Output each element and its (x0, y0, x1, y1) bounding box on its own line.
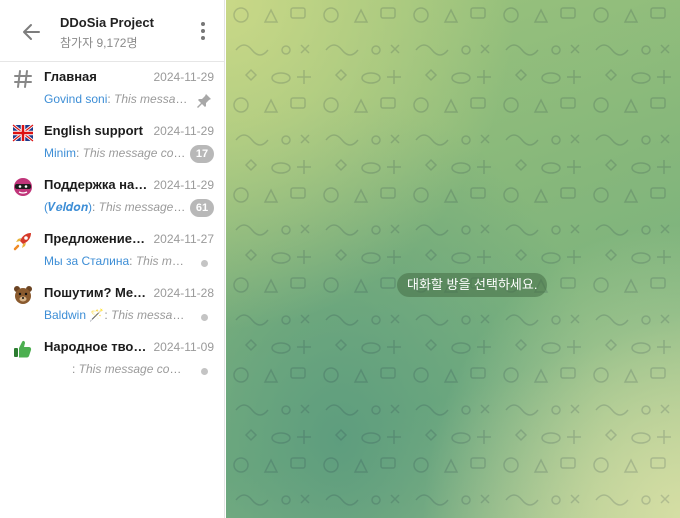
status-dot (201, 260, 208, 267)
topic-date: 2024-11-28 (153, 286, 215, 300)
topic-name: Пошутим? Мемы (44, 285, 148, 300)
topic-name: Предложение целей (44, 231, 148, 246)
preview-message: This message couldn't be displayed (78, 362, 188, 376)
topic-preview: Minim: This message couldn't be displaye… (44, 146, 188, 160)
preview-sender: (𝑽𝒆𝒍𝒅𝒐𝒏) (44, 200, 92, 214)
group-title: DDoSia Project (60, 15, 154, 30)
topic-sidebar: DDoSia Project 참가자 9,172명 Главная 2024-1… (0, 0, 225, 518)
preview-message: This message couldn't be displayed (82, 146, 188, 160)
thumbs-up-icon (12, 338, 34, 360)
topic-item-target-proposals[interactable]: Предложение целей 2024-11-27 Мы за Стали… (0, 224, 224, 278)
hash-icon (12, 68, 34, 90)
topic-name: English support (44, 123, 143, 138)
arrow-left-icon (23, 24, 40, 40)
member-count: 참가자 9,172명 (60, 36, 138, 50)
topic-date: 2024-11-29 (153, 70, 215, 84)
topic-item-russian-support[interactable]: Поддержка на русском 2024-11-29 (𝑽𝒆𝒍𝒅𝒐𝒏)… (0, 170, 224, 224)
topic-preview: (𝑽𝒆𝒍𝒅𝒐𝒏): This message couldn't be displ… (44, 200, 188, 215)
more-menu-button[interactable] (196, 22, 210, 42)
more-vertical-icon (201, 22, 205, 26)
topic-name: Поддержка на русском (44, 177, 148, 192)
topic-name: Главная (44, 69, 97, 84)
topic-item-english-support[interactable]: English support 2024-11-29 Minim: This m… (0, 116, 224, 170)
select-chat-notice: 대화할 방을 선택하세요. (397, 273, 548, 297)
topic-date: 2024-11-09 (153, 340, 215, 354)
topic-preview: Baldwin 🪄: This message couldn't be disp… (44, 308, 188, 322)
unread-badge: 17 (190, 145, 214, 163)
topic-date: 2024-11-27 (153, 232, 215, 246)
topic-date: 2024-11-29 (153, 124, 215, 138)
back-button[interactable] (20, 20, 44, 44)
rocket-icon (12, 230, 34, 252)
topic-item-main[interactable]: Главная 2024-11-29 Govind soni: This mes… (0, 62, 224, 116)
topic-preview: : This message couldn't be displayed (44, 362, 188, 376)
bear-icon (12, 284, 34, 306)
preview-sender: Govind soni (44, 92, 108, 106)
sidebar-header: DDoSia Project 참가자 9,172명 (0, 0, 224, 62)
uk-flag-icon (12, 122, 34, 144)
topic-name: Народное творчество (44, 339, 148, 354)
unread-badge: 61 (190, 199, 214, 217)
topic-item-folk-art[interactable]: Народное творчество 2024-11-09 : This me… (0, 332, 224, 386)
status-dot (201, 314, 208, 321)
topic-item-memes[interactable]: Пошутим? Мемы 2024-11-28 Baldwin 🪄: This… (0, 278, 224, 332)
doodle-pattern-background (226, 0, 680, 518)
preview-sender: Minim (44, 146, 76, 160)
chat-area[interactable]: 대화할 방을 선택하세요. (226, 0, 680, 518)
preview-message: This message couldn't be displayed (98, 200, 188, 214)
topic-preview: Govind soni: This message couldn't be di… (44, 92, 188, 106)
pin-icon (196, 93, 212, 109)
masked-face-icon (12, 176, 34, 198)
topic-date: 2024-11-29 (153, 178, 215, 192)
preview-sender: Baldwin 🪄 (44, 308, 105, 322)
preview-message: This message couldn't be displayed (114, 92, 188, 106)
status-dot (201, 368, 208, 375)
preview-message: This message couldn't be displayed (135, 254, 188, 268)
topic-preview: Мы за Сталина: This message couldn't be … (44, 254, 188, 268)
preview-message: This message couldn't be displayed (110, 308, 188, 322)
preview-sender: Мы за Сталина (44, 254, 130, 268)
